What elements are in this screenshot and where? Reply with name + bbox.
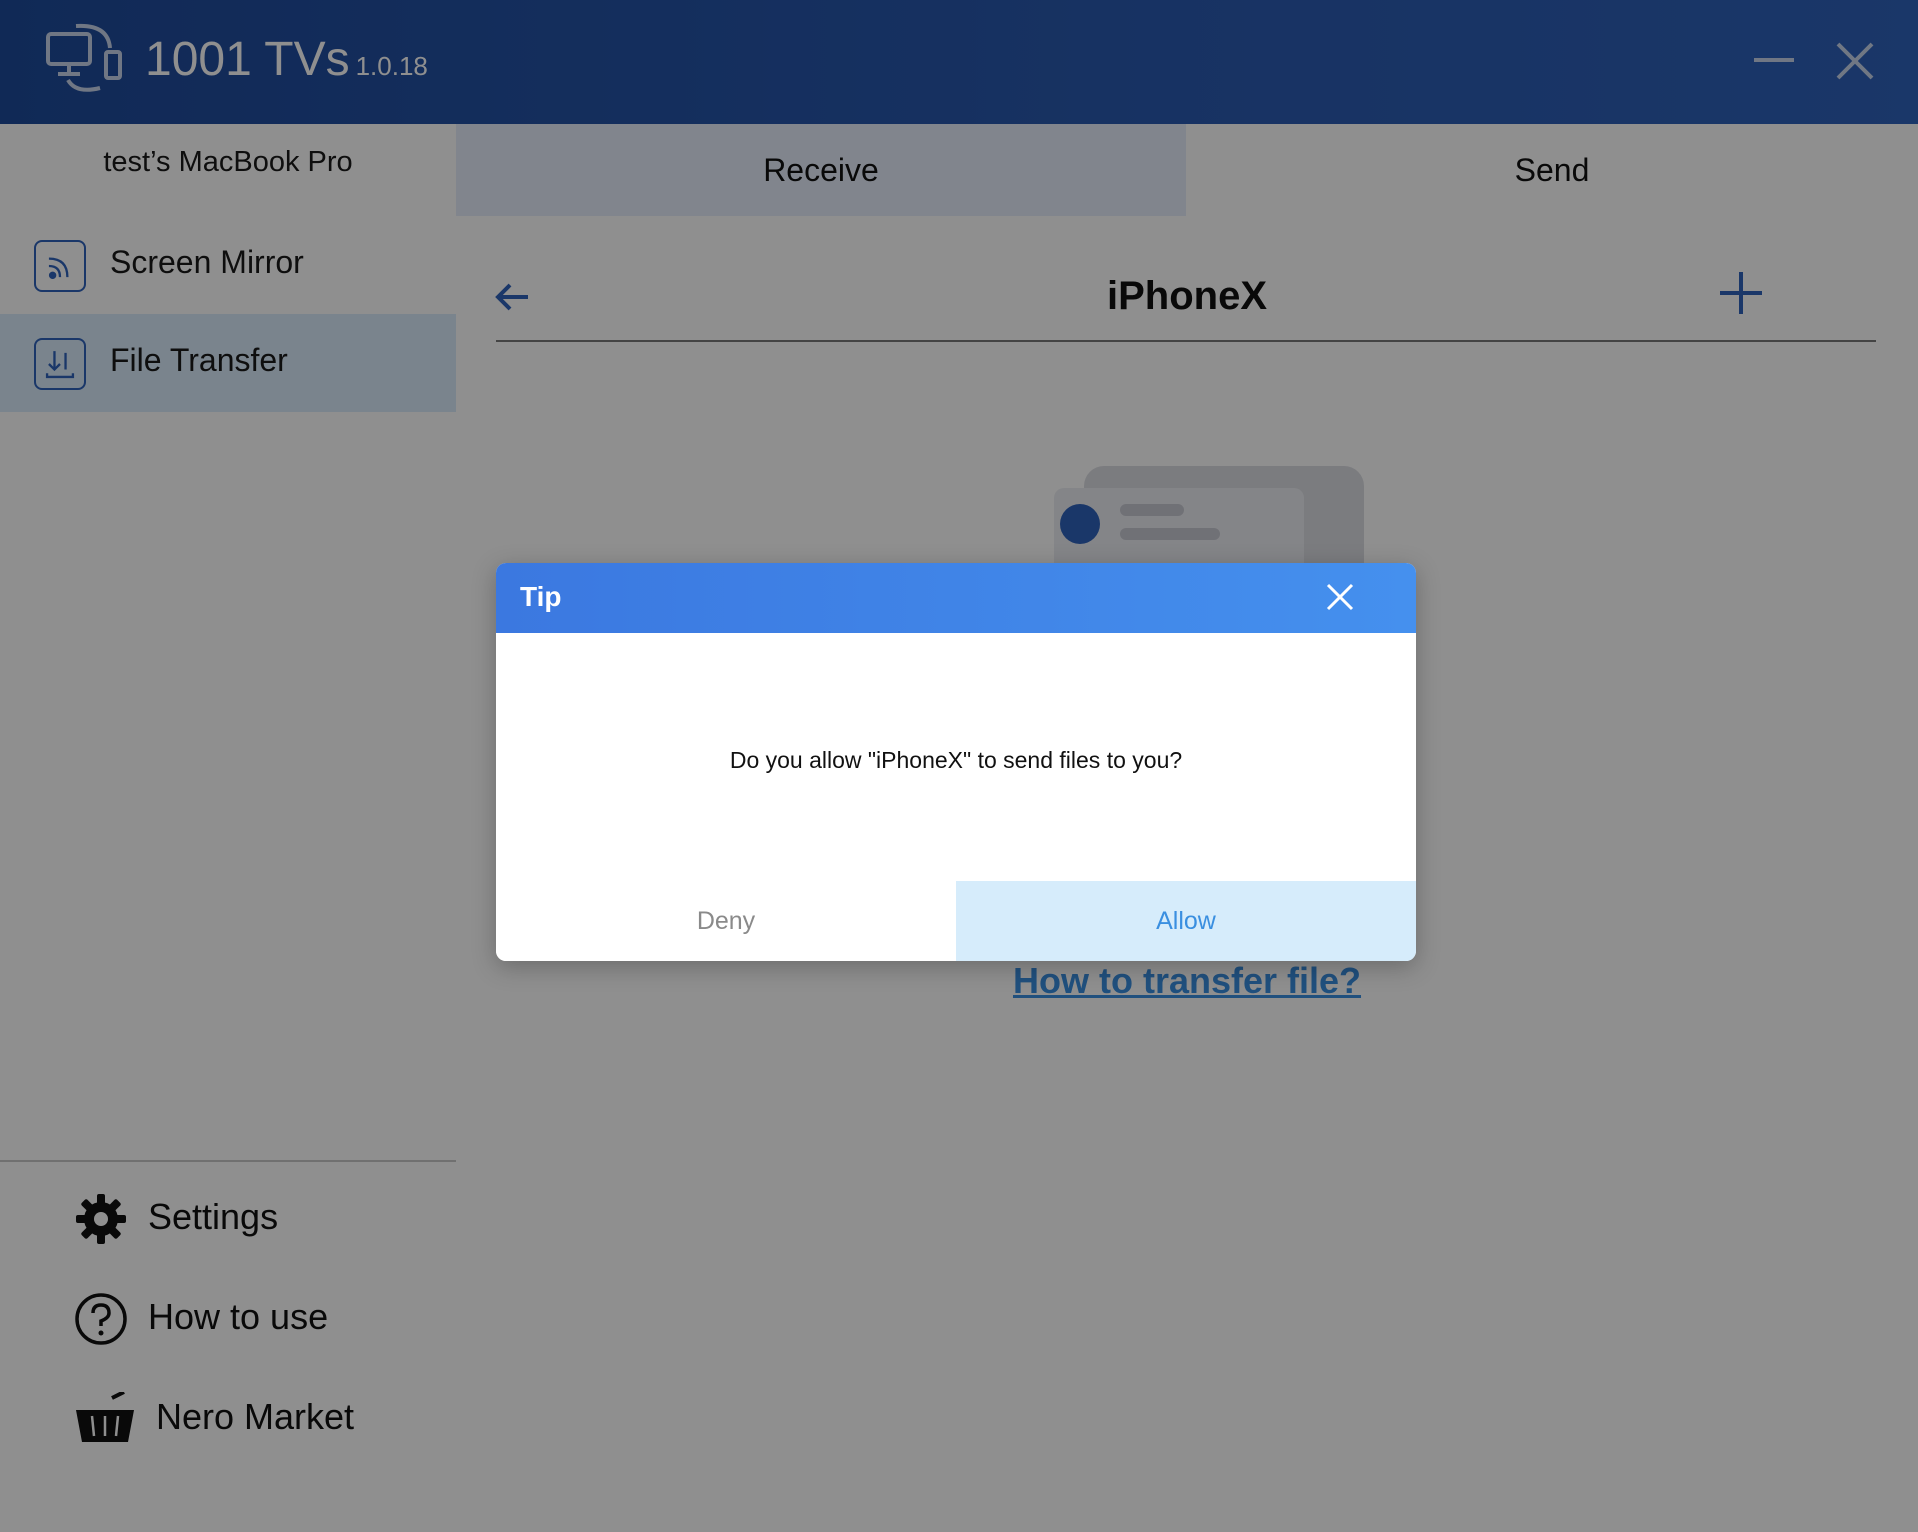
- tip-dialog: Tip Do you allow "iPhoneX" to send files…: [496, 563, 1416, 961]
- app-window: 1001 TVs 1.0.18 test’s MacBook Pro Screen…: [0, 0, 1918, 1532]
- dialog-header: Tip: [496, 563, 1416, 633]
- deny-button[interactable]: Deny: [496, 881, 956, 961]
- dialog-title: Tip: [520, 581, 562, 612]
- allow-button[interactable]: Allow: [956, 881, 1416, 961]
- close-icon[interactable]: [1324, 581, 1356, 613]
- dialog-message: Do you allow "iPhoneX" to send files to …: [729, 747, 1183, 773]
